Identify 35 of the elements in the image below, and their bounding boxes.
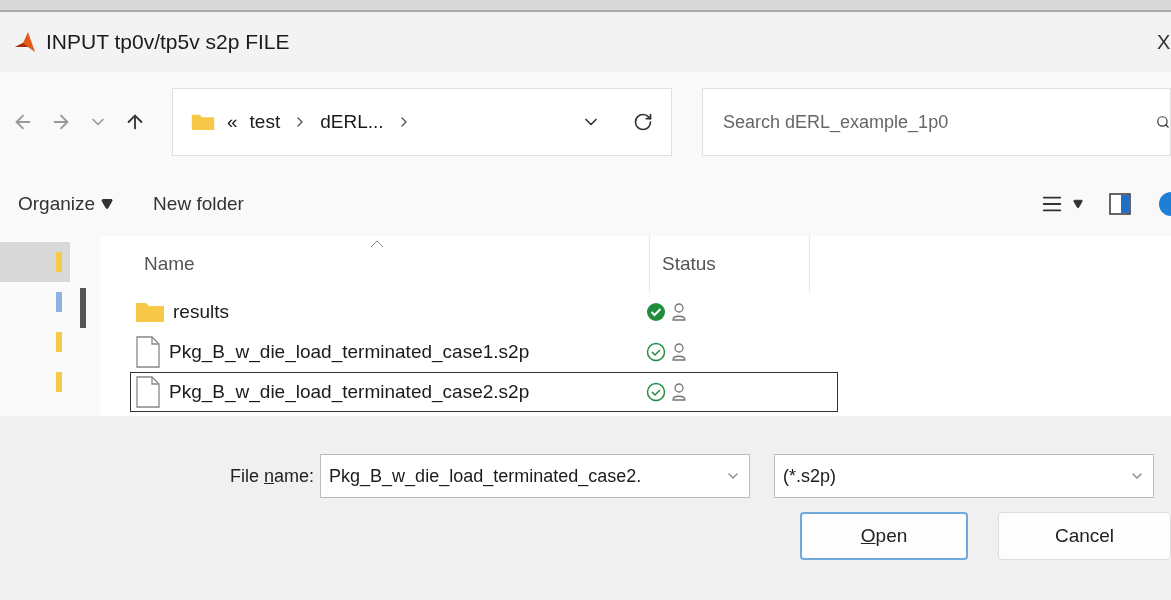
open-button[interactable]: Open [800, 512, 969, 560]
file-label: results [173, 301, 229, 323]
close-button[interactable]: X [1157, 30, 1171, 54]
file-row[interactable]: Pkg_B_w_die_load_terminated_case1.s2p [130, 332, 838, 372]
file-type-dropdown[interactable]: (*.s2p) [783, 465, 837, 487]
breadcrumb[interactable]: test [249, 111, 281, 133]
person-icon [672, 383, 686, 401]
caret-icon[interactable] [1073, 199, 1083, 209]
search-field[interactable]: Search dERL_example_1p0 [702, 88, 1171, 156]
breadcrumb[interactable]: dERL... [320, 111, 384, 133]
caret-icon [101, 198, 114, 210]
help-icon[interactable] [1159, 192, 1171, 216]
app-logo-icon [14, 31, 36, 53]
person-icon [672, 343, 686, 361]
overflow-crumb[interactable]: « [227, 111, 238, 133]
file-label: Pkg_B_w_die_load_terminated_case1.s2p [169, 341, 530, 363]
person-icon [672, 303, 686, 321]
new-folder-button[interactable]: New folder [153, 189, 244, 219]
file-row[interactable]: Pkg_B_w_die_load_terminated_case2.s2p [130, 372, 838, 412]
cancel-button[interactable]: Cancel [998, 512, 1171, 560]
search-input[interactable]: Search dERL_example_1p0 [721, 110, 1156, 134]
file-label: Pkg_B_w_die_load_terminated_case2.s2p [169, 381, 530, 403]
file-icon [135, 376, 161, 408]
sort-ascending-icon [370, 240, 384, 248]
file-icon [135, 336, 161, 368]
scrollbar-thumb[interactable] [80, 288, 86, 328]
file-name-label: File name: [230, 465, 315, 487]
name-column-header[interactable]: Name [100, 236, 650, 292]
address-bar[interactable]: « test dERL... [172, 88, 672, 156]
refresh-icon[interactable] [633, 112, 653, 132]
status-column-header[interactable]: Status [650, 236, 810, 292]
organize-menu[interactable]: Organize [18, 189, 114, 219]
preview-pane-icon[interactable] [1109, 193, 1131, 215]
file-row[interactable]: results [130, 292, 838, 332]
window-title: INPUT tp0v/tp5v s2p FILE [46, 30, 291, 54]
